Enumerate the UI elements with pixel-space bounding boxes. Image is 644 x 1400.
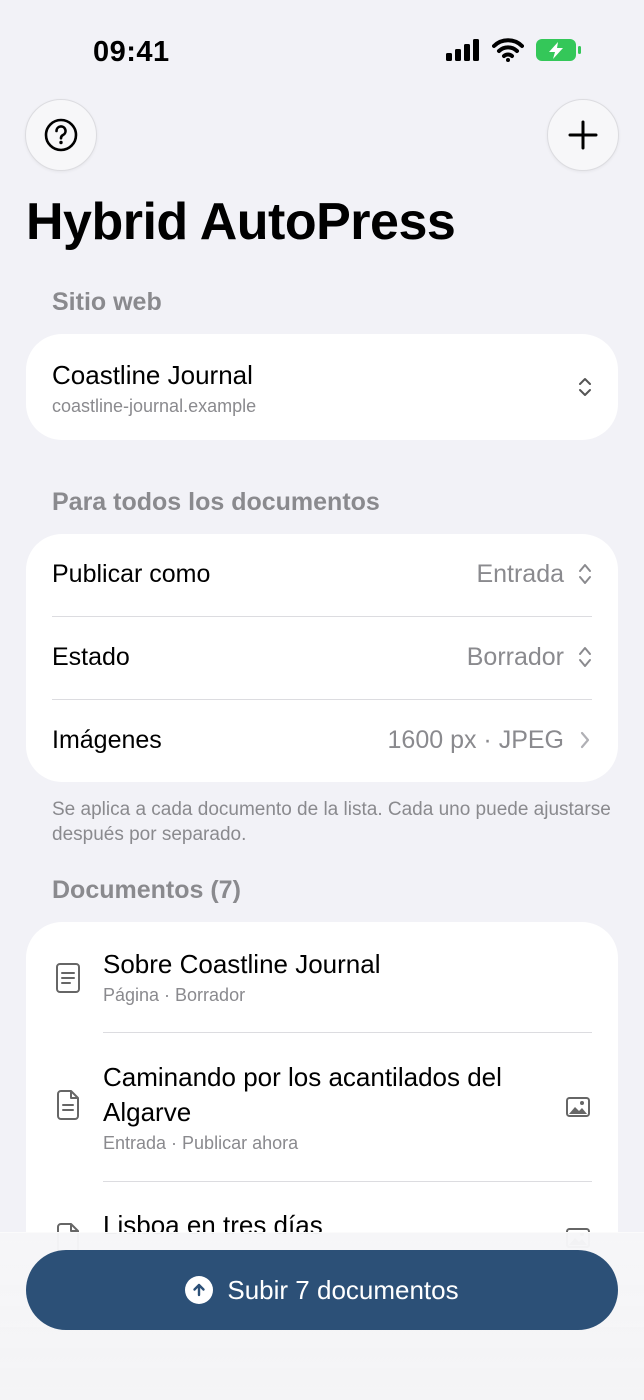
site-name: Coastline Journal xyxy=(52,360,253,390)
status-row[interactable]: Estado Borrador xyxy=(26,617,618,699)
publish-as-row[interactable]: Publicar como Entrada xyxy=(26,534,618,616)
battery-charging-icon xyxy=(536,39,581,61)
status-bar: 09:41 xyxy=(0,0,644,100)
arrow-up-circle-icon xyxy=(185,1276,214,1304)
defaults-footnote: Se aplica a cada documento de la lista. … xyxy=(52,799,611,845)
status-label: Estado xyxy=(52,643,130,671)
document-icon xyxy=(57,1090,79,1120)
status-value: Borrador xyxy=(466,643,564,671)
images-value: 1600 px · JPEG xyxy=(387,726,564,754)
updown-chevron-icon xyxy=(579,647,591,667)
defaults-section-header: Para todos los documentos xyxy=(52,488,380,516)
site-url: coastline-journal.example xyxy=(52,396,257,416)
image-icon xyxy=(566,1097,590,1117)
publish-as-label: Publicar como xyxy=(52,560,211,588)
upload-button-label: Subir 7 documentos xyxy=(227,1274,459,1305)
status-icons xyxy=(446,38,582,62)
document-title: Sobre Coastline Journal xyxy=(103,949,381,979)
list-item[interactable]: Sobre Coastline Journal Página · Borrado… xyxy=(26,922,618,1032)
documents-section-header: Documentos (7) xyxy=(52,876,241,904)
updown-chevron-icon xyxy=(579,564,591,584)
help-icon xyxy=(44,118,78,152)
page-title: Hybrid AutoPress xyxy=(26,193,456,251)
help-button[interactable] xyxy=(25,99,97,171)
site-picker[interactable]: Coastline Journal coastline-journal.exam… xyxy=(26,334,618,440)
images-label: Imágenes xyxy=(52,726,162,754)
chevron-right-icon xyxy=(580,731,590,749)
page-icon xyxy=(56,963,80,993)
updown-chevron-icon xyxy=(579,378,591,396)
add-button[interactable] xyxy=(547,99,619,171)
document-subtitle: Entrada · Publicar ahora xyxy=(103,1133,299,1153)
publish-as-value: Entrada xyxy=(476,560,564,588)
bottom-toolbar: Subir 7 documentos xyxy=(0,1232,644,1400)
wifi-icon xyxy=(492,38,524,62)
document-subtitle: Página · Borrador xyxy=(103,985,246,1005)
plus-icon xyxy=(568,120,598,150)
cellular-signal-icon xyxy=(446,39,479,61)
site-section-header: Sitio web xyxy=(52,288,162,316)
defaults-card: Publicar como Entrada Estado Borrador Im… xyxy=(26,534,618,782)
document-title: Caminando por los acantilados del Algarv… xyxy=(103,1062,502,1127)
status-time: 09:41 xyxy=(93,36,170,68)
list-item[interactable]: Caminando por los acantilados del Algarv… xyxy=(26,1033,618,1181)
images-row[interactable]: Imágenes 1600 px · JPEG xyxy=(26,700,618,782)
upload-button[interactable]: Subir 7 documentos xyxy=(26,1250,618,1330)
